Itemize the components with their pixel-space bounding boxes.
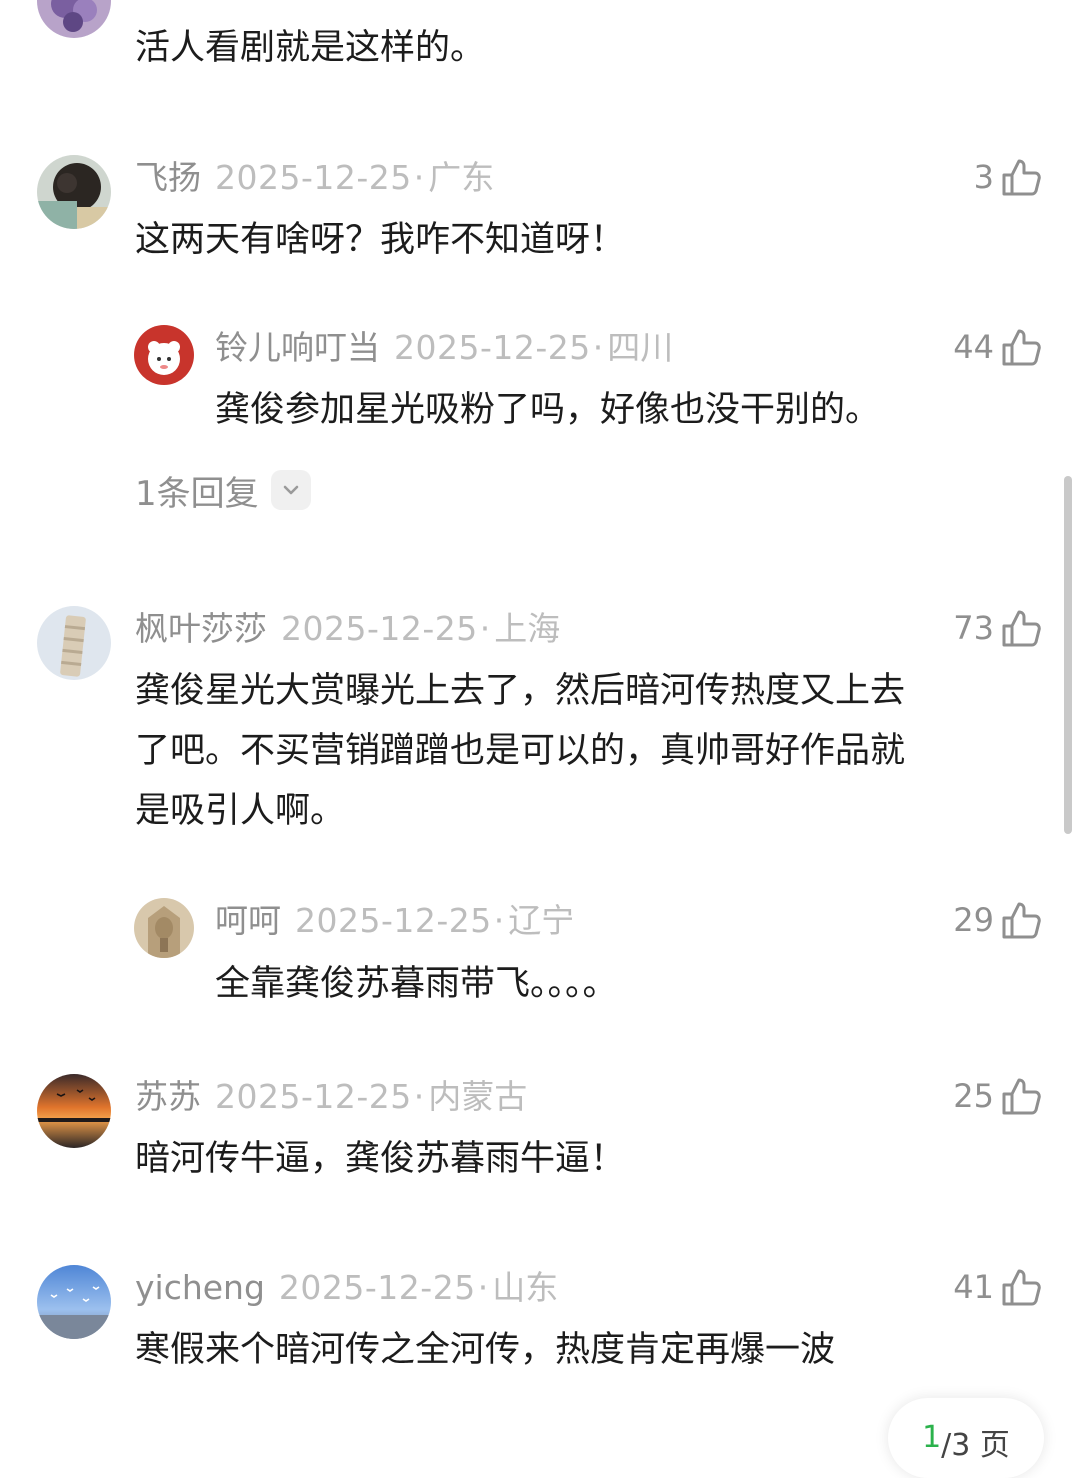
- expand-replies-button[interactable]: 1条回复: [135, 468, 311, 514]
- username[interactable]: 铃儿响叮当: [215, 328, 380, 367]
- page-indicator-button[interactable]: 1/3 页: [888, 1398, 1044, 1478]
- reply-text: 全靠龚俊苏暮雨带飞。。。。: [215, 964, 618, 1004]
- like-button[interactable]: 25: [953, 1071, 1042, 1121]
- thumbs-up-icon: [1002, 902, 1041, 939]
- avatar[interactable]: [37, 1265, 111, 1339]
- avatar[interactable]: [37, 606, 111, 680]
- comment-region: 广东: [428, 158, 495, 197]
- comment-meta: 枫叶莎莎 2025-12-25· 上海: [135, 607, 560, 651]
- comment-date: 2025-12-25: [215, 1077, 412, 1116]
- user-avatar-icon: [37, 0, 111, 38]
- comment-meta: yicheng 2025-12-25· 山东: [135, 1266, 558, 1310]
- comment-date: 2025-12-25: [281, 609, 478, 648]
- comment-date: 2025-12-25: [394, 328, 591, 367]
- comment-text-line: 龚俊星光大赏曝光上去了，然后暗河传热度又上去: [135, 671, 906, 711]
- comment-region: 四川: [607, 328, 674, 367]
- comment-region: 内蒙古: [428, 1077, 528, 1116]
- thumbs-up-icon: [1002, 329, 1041, 366]
- comment-meta: 飞扬 2025-12-25· 广东: [135, 156, 494, 200]
- user-avatar-icon: [37, 155, 111, 229]
- avatar[interactable]: [37, 0, 111, 38]
- like-button[interactable]: 29: [953, 895, 1042, 945]
- avatar[interactable]: [37, 155, 111, 229]
- username[interactable]: 飞扬: [135, 158, 201, 197]
- replies-count-label: 1条回复: [135, 473, 259, 514]
- comment-text-line: 是吸引人啊。: [135, 791, 346, 831]
- current-page: 1: [922, 1420, 942, 1455]
- like-button[interactable]: 44: [953, 322, 1042, 372]
- user-avatar-icon: [37, 606, 111, 680]
- like-count: 25: [953, 1077, 994, 1115]
- comment-region: 上海: [494, 609, 561, 648]
- like-button[interactable]: 73: [953, 603, 1042, 653]
- comment-text: 寒假来个暗河传之全河传，热度肯定再爆一波: [135, 1330, 836, 1370]
- like-count: 44: [953, 328, 994, 366]
- comment-text: 龚俊星光大赏曝光上去了，然后暗河传热度又上去 了吧。不买营销蹭蹭也是可以的，真帅…: [135, 661, 1035, 841]
- username[interactable]: yicheng: [135, 1268, 265, 1307]
- username[interactable]: 呵呵: [215, 901, 281, 940]
- avatar[interactable]: [134, 325, 194, 385]
- like-count: 29: [953, 901, 994, 939]
- reply-meta: 铃儿响叮当 2025-12-25· 四川: [215, 326, 673, 370]
- thumbs-up-icon: [1002, 1269, 1041, 1306]
- meta-separator: ·: [477, 1268, 489, 1307]
- scrollbar[interactable]: [1064, 476, 1072, 834]
- user-avatar-icon: [37, 1074, 111, 1148]
- comment-text: 暗河传牛逼，龚俊苏暮雨牛逼！: [135, 1139, 626, 1179]
- comment-date: 2025-12-25: [215, 158, 412, 197]
- username[interactable]: 苏苏: [135, 1077, 201, 1116]
- user-avatar-icon: [134, 325, 194, 385]
- comment-text-line: 了吧。不买营销蹭蹭也是可以的，真帅哥好作品就: [135, 731, 906, 771]
- avatar[interactable]: [134, 898, 194, 958]
- user-avatar-icon: [37, 1265, 111, 1339]
- avatar[interactable]: [37, 1074, 111, 1148]
- meta-separator: ·: [479, 609, 491, 648]
- reply-meta: 呵呵 2025-12-25· 辽宁: [215, 899, 574, 943]
- comment-region: 山东: [492, 1268, 559, 1307]
- comment-text: 活人看剧就是这样的。: [135, 28, 486, 68]
- meta-separator: ·: [493, 901, 505, 940]
- thumbs-up-icon: [1002, 159, 1041, 196]
- like-button[interactable]: 3: [974, 152, 1042, 202]
- page-total: /3 页: [941, 1428, 1010, 1463]
- reply-text: 龚俊参加星光吸粉了吗，好像也没干别的。: [215, 390, 881, 430]
- thumbs-up-icon: [1002, 610, 1041, 647]
- chevron-down-icon: [270, 470, 311, 510]
- user-avatar-icon: [134, 898, 194, 958]
- thumbs-up-icon: [1002, 1078, 1041, 1115]
- comment-date: 2025-12-25: [278, 1268, 476, 1307]
- comment-text: 这两天有啥呀？我咋不知道呀！: [135, 220, 626, 260]
- comment-date: 2025-12-25: [295, 901, 492, 940]
- comment-region: 辽宁: [508, 901, 575, 940]
- like-button[interactable]: 41: [953, 1262, 1042, 1312]
- username[interactable]: 枫叶莎莎: [135, 609, 267, 648]
- meta-separator: ·: [592, 328, 604, 367]
- like-count: 3: [973, 158, 994, 196]
- like-count: 41: [953, 1268, 994, 1306]
- like-count: 73: [953, 609, 994, 647]
- comment-meta: 苏苏 2025-12-25· 内蒙古: [135, 1075, 527, 1119]
- meta-separator: ·: [413, 158, 425, 197]
- meta-separator: ·: [413, 1077, 425, 1116]
